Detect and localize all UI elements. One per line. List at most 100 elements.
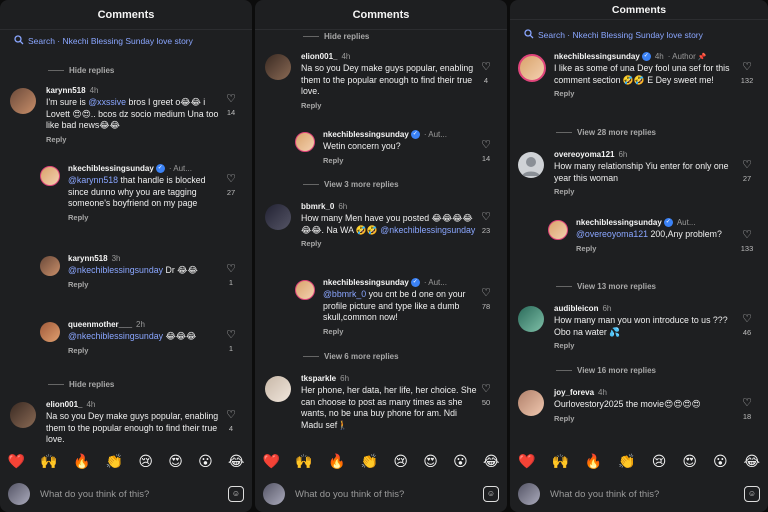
like-button[interactable]: ♡ 27 xyxy=(738,160,756,184)
avatar[interactable] xyxy=(10,88,36,114)
comment-input[interactable] xyxy=(550,488,744,500)
cry-emoji-button[interactable]: 😢 xyxy=(138,453,153,470)
reply-button[interactable]: Reply xyxy=(301,239,477,248)
default-avatar[interactable] xyxy=(518,152,544,178)
sticker-icon[interactable]: ☺ xyxy=(744,486,760,502)
heart-emoji-button[interactable]: ❤️ xyxy=(518,453,535,470)
like-button[interactable]: ♡ 1 xyxy=(222,330,240,354)
view-more-replies-link[interactable]: View 3 more replies xyxy=(303,180,399,189)
raised-hands-emoji-button[interactable]: 🙌 xyxy=(40,453,57,470)
avatar[interactable] xyxy=(40,322,60,342)
avatar[interactable] xyxy=(265,204,291,230)
hide-replies-link[interactable]: Hide replies xyxy=(303,32,369,41)
reply-button[interactable]: Reply xyxy=(323,327,477,336)
avatar[interactable] xyxy=(518,54,546,82)
like-button[interactable]: ♡ 14 xyxy=(477,140,495,164)
wow-emoji-button[interactable]: 😮 xyxy=(713,453,728,470)
like-button[interactable]: ♡ 27 xyxy=(222,174,240,198)
reply-button[interactable]: Reply xyxy=(68,213,222,222)
username[interactable]: overeoyoma121 xyxy=(554,150,614,159)
like-button[interactable]: ♡ 4 xyxy=(222,410,240,434)
sticker-icon[interactable]: ☺ xyxy=(483,486,499,502)
avatar[interactable] xyxy=(40,256,60,276)
cry-emoji-button[interactable]: 😢 xyxy=(652,453,667,470)
username[interactable]: karynn518 xyxy=(46,86,86,95)
comments-feed[interactable]: Search · Nkechi Blessing Sunday love sto… xyxy=(510,20,768,444)
avatar[interactable] xyxy=(265,54,291,80)
like-button[interactable]: ♡ 4 xyxy=(477,62,495,86)
reply-button[interactable]: Reply xyxy=(301,101,477,110)
reply-button[interactable]: Reply xyxy=(554,414,736,423)
username[interactable]: tksparkle xyxy=(301,374,336,383)
avatar[interactable] xyxy=(295,132,315,152)
reply-button[interactable]: Reply xyxy=(554,187,736,196)
username[interactable]: elion001_ xyxy=(46,400,82,409)
heart-emoji-button[interactable]: ❤️ xyxy=(263,453,280,470)
fire-emoji-button[interactable]: 🔥 xyxy=(585,453,602,470)
like-button[interactable]: ♡ 23 xyxy=(477,212,495,236)
reply-button[interactable]: Reply xyxy=(554,341,736,350)
like-button[interactable]: ♡ 18 xyxy=(738,398,756,422)
comments-feed[interactable]: Search · Nkechi Blessing Sunday love sto… xyxy=(0,30,252,444)
reply-button[interactable]: Reply xyxy=(68,280,222,289)
reply-button[interactable]: Reply xyxy=(323,156,477,165)
avatar[interactable] xyxy=(40,166,60,186)
like-button[interactable]: ♡ 50 xyxy=(477,384,495,408)
search-suggestion[interactable]: Search · Nkechi Blessing Sunday love sto… xyxy=(510,24,768,46)
username[interactable]: karynn518 xyxy=(68,254,108,263)
username[interactable]: bbmrk_0 xyxy=(301,202,334,211)
raised-hands-emoji-button[interactable]: 🙌 xyxy=(295,453,312,470)
avatar[interactable] xyxy=(10,402,36,428)
avatar[interactable] xyxy=(548,220,568,240)
username[interactable]: nkechiblessingsunday xyxy=(554,52,640,61)
comment-input[interactable] xyxy=(40,488,228,500)
avatar[interactable] xyxy=(518,390,544,416)
heart-eyes-emoji-button[interactable]: 😍 xyxy=(423,453,438,470)
laugh-emoji-button[interactable]: 😂 xyxy=(483,453,499,470)
fire-emoji-button[interactable]: 🔥 xyxy=(73,453,90,470)
username[interactable]: nkechiblessingsunday xyxy=(68,164,154,173)
heart-eyes-emoji-button[interactable]: 😍 xyxy=(682,453,697,470)
heart-eyes-emoji-button[interactable]: 😍 xyxy=(168,453,183,470)
fire-emoji-button[interactable]: 🔥 xyxy=(328,453,345,470)
clap-emoji-button[interactable]: 👏 xyxy=(361,453,378,470)
like-button[interactable]: ♡ 1 xyxy=(222,264,240,288)
username[interactable]: nkechiblessingsunday xyxy=(576,218,662,227)
reply-button[interactable]: Reply xyxy=(554,89,736,98)
avatar[interactable] xyxy=(265,376,291,402)
heart-emoji-button[interactable]: ❤️ xyxy=(8,453,25,470)
like-button[interactable]: ♡ 14 xyxy=(222,94,240,118)
like-button[interactable]: ♡ 133 xyxy=(738,230,756,254)
username[interactable]: queenmother___ xyxy=(68,320,132,329)
reply-button[interactable]: Reply xyxy=(576,244,736,253)
view-more-replies-link[interactable]: View 16 more replies xyxy=(556,366,656,375)
view-more-replies-link[interactable]: View 6 more replies xyxy=(303,352,399,361)
sticker-icon[interactable]: ☺ xyxy=(228,486,244,502)
view-more-replies-link[interactable]: View 13 more replies xyxy=(556,282,656,291)
avatar[interactable] xyxy=(518,306,544,332)
raised-hands-emoji-button[interactable]: 🙌 xyxy=(551,453,568,470)
username[interactable]: joy_foreva xyxy=(554,388,594,397)
wow-emoji-button[interactable]: 😮 xyxy=(453,453,468,470)
like-button[interactable]: ♡ 46 xyxy=(738,314,756,338)
hide-replies-link[interactable]: Hide replies xyxy=(48,380,114,389)
cry-emoji-button[interactable]: 😢 xyxy=(393,453,408,470)
search-suggestion[interactable]: Search · Nkechi Blessing Sunday love sto… xyxy=(0,30,252,52)
laugh-emoji-button[interactable]: 😂 xyxy=(228,453,244,470)
laugh-emoji-button[interactable]: 😂 xyxy=(744,453,760,470)
clap-emoji-button[interactable]: 👏 xyxy=(106,453,123,470)
view-more-replies-link[interactable]: View 28 more replies xyxy=(556,128,656,137)
username[interactable]: elion001_ xyxy=(301,52,337,61)
reply-button[interactable]: Reply xyxy=(68,346,222,355)
reply-button[interactable]: Reply xyxy=(46,135,222,144)
comment-input[interactable] xyxy=(295,488,483,500)
comments-feed[interactable]: Hide replies elion001_ 4h Na so you Dey m… xyxy=(255,30,507,444)
username[interactable]: audibleicon xyxy=(554,304,598,313)
avatar[interactable] xyxy=(295,280,315,300)
like-button[interactable]: ♡ 132 xyxy=(738,62,756,86)
hide-replies-link[interactable]: Hide replies xyxy=(48,66,114,75)
like-button[interactable]: ♡ 78 xyxy=(477,288,495,312)
clap-emoji-button[interactable]: 👏 xyxy=(618,453,635,470)
wow-emoji-button[interactable]: 😮 xyxy=(198,453,213,470)
username[interactable]: nkechiblessingsunday xyxy=(323,278,409,287)
